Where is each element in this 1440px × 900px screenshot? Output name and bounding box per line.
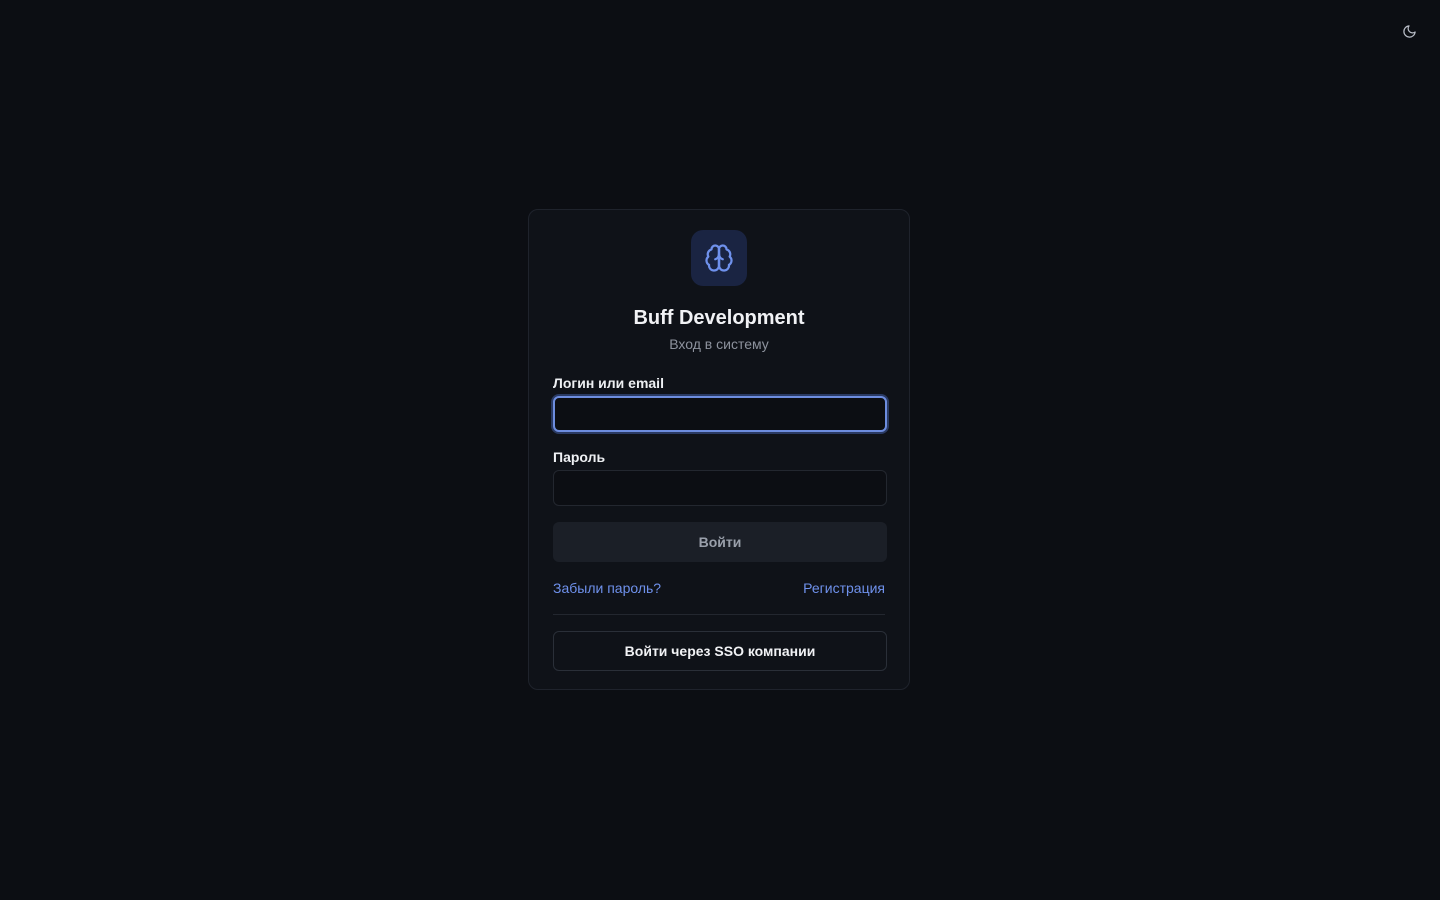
register-link[interactable]: Регистрация (803, 578, 885, 598)
app-logo (691, 230, 747, 286)
divider (553, 614, 885, 615)
app-title: Buff Development (633, 307, 805, 329)
login-button[interactable]: Войти (553, 522, 887, 562)
password-label: Пароль (553, 449, 606, 465)
login-input[interactable] (553, 396, 887, 432)
forgot-password-link[interactable]: Забыли пароль? (553, 578, 661, 598)
password-field-group: Пароль (553, 448, 887, 506)
login-subtitle: Вход в систему (669, 336, 769, 352)
login-label: Логин или email (553, 375, 664, 391)
login-field-group: Логин или email (553, 374, 887, 432)
login-card: Buff Development Вход в систему Логин ил… (528, 209, 910, 690)
brain-icon (705, 244, 733, 272)
theme-toggle-button[interactable] (1398, 20, 1420, 42)
moon-icon (1402, 24, 1416, 38)
password-input[interactable] (553, 470, 887, 506)
login-page: Buff Development Вход в систему Логин ил… (0, 0, 1440, 900)
auth-links: Забыли пароль? Регистрация (553, 578, 885, 598)
sso-login-button[interactable]: Войти через SSO компании (553, 631, 887, 671)
